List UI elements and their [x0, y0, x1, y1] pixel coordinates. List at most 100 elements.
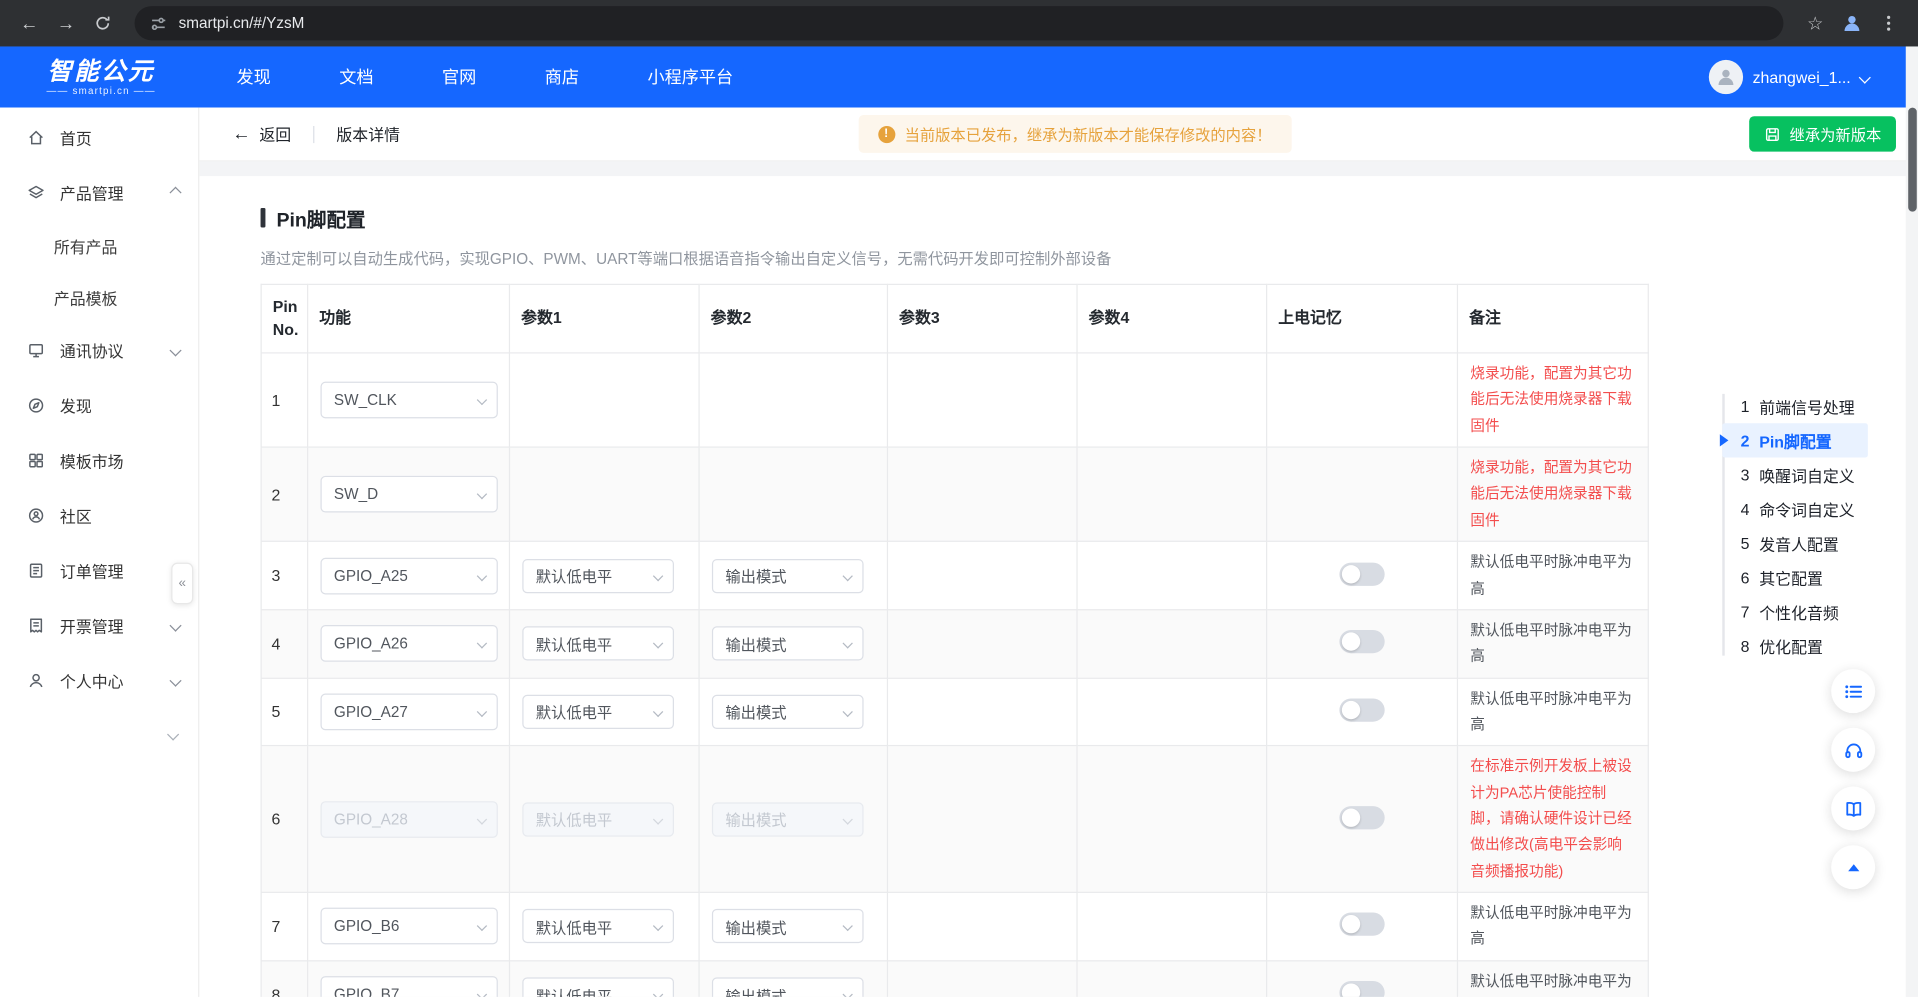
pin-number: 1: [261, 353, 307, 447]
sidebar-item-3[interactable]: 所有产品: [0, 220, 198, 271]
header-nav-item-3[interactable]: 官网: [442, 65, 476, 89]
power-memory-toggle[interactable]: [1339, 913, 1384, 936]
sidebar-item-1[interactable]: 首页: [0, 110, 198, 165]
select-value: 默认低电平: [536, 915, 612, 938]
header-nav: 发现 文档 官网 商店 小程序平台: [237, 65, 734, 89]
remark-cell: 默认低电平时脉冲电平为高: [1457, 541, 1648, 609]
sidebar-item-11[interactable]: 个人中心: [0, 653, 198, 708]
param1-select: 默认低电平: [522, 802, 674, 836]
param2-select[interactable]: 输出模式: [712, 695, 864, 729]
param2-cell: 输出模式: [699, 610, 887, 678]
scrollbar-thumb[interactable]: [1908, 108, 1917, 212]
user-menu[interactable]: zhangwei_1...: [1709, 60, 1870, 94]
param2-select[interactable]: 输出模式: [712, 558, 864, 592]
active-marker-icon: [1720, 434, 1729, 446]
anchor-item-6[interactable]: 6其它配置: [1722, 560, 1868, 594]
chevron-down-icon: [477, 395, 487, 405]
product-icon: [27, 183, 47, 203]
pin-function-select[interactable]: GPIO_A27: [320, 694, 497, 731]
chevron-down-icon: [169, 675, 181, 687]
anchor-item-4[interactable]: 4命令词自定义: [1722, 492, 1868, 526]
power-memory-toggle[interactable]: [1339, 562, 1384, 585]
sidebar-item-7[interactable]: 模板市场: [0, 433, 198, 488]
anchor-label: Pin脚配置: [1759, 429, 1831, 452]
sidebar-more-item[interactable]: [0, 708, 198, 759]
param1-cell: 默认低电平: [509, 541, 699, 609]
version-warning-banner: ! 当前版本已发布，继承为新版本才能保存修改的内容！: [858, 115, 1291, 153]
anchor-item-2[interactable]: 2Pin脚配置: [1722, 423, 1868, 457]
param1-select[interactable]: 默认低电平: [522, 558, 674, 592]
param1-select[interactable]: 默认低电平: [522, 978, 674, 997]
catalog-button[interactable]: [1831, 669, 1875, 713]
browser-back-icon[interactable]: ←: [12, 6, 46, 40]
power-memory-toggle[interactable]: [1339, 806, 1384, 829]
pin-function-select[interactable]: GPIO_A26: [320, 625, 497, 662]
sidebar: 首页产品管理所有产品产品模板通讯协议发现模板市场社区订单管理开票管理个人中心: [0, 108, 199, 997]
back-to-top-button[interactable]: [1831, 845, 1875, 889]
back-button[interactable]: ← 返回: [232, 122, 291, 145]
sidebar-item-label: 产品管理: [60, 181, 158, 204]
remark-text: 默认低电平时脉冲电平为高: [1470, 900, 1635, 952]
remark-text: 在标准示例开发板上被设计为PA芯片使能控制脚，请确认硬件设计已经做出修改(高电平…: [1470, 754, 1635, 885]
anchor-item-5[interactable]: 5发音人配置: [1722, 526, 1868, 560]
pin-function-select[interactable]: GPIO_B7: [320, 976, 497, 997]
power-memory-toggle[interactable]: [1339, 698, 1384, 721]
site-settings-icon[interactable]: [149, 14, 167, 32]
browser-forward-icon[interactable]: →: [49, 6, 83, 40]
sidebar-item-label: 所有产品: [54, 234, 180, 257]
sidebar-item-5[interactable]: 通讯协议: [0, 323, 198, 378]
inherit-new-version-button[interactable]: 继承为新版本: [1749, 116, 1896, 151]
param2-select[interactable]: 输出模式: [712, 978, 864, 997]
param2-cell: 输出模式: [699, 541, 887, 609]
sidebar-item-9[interactable]: 订单管理: [0, 543, 198, 598]
param2-select[interactable]: 输出模式: [712, 909, 864, 943]
chevron-down-icon: [477, 489, 487, 499]
page-scrollbar[interactable]: [1906, 46, 1918, 996]
address-bar[interactable]: smartpi.cn/#/YzsM: [135, 6, 1784, 40]
param2-select[interactable]: 输出模式: [712, 627, 864, 661]
sidebar-item-4[interactable]: 产品模板: [0, 272, 198, 323]
headset-button[interactable]: [1831, 728, 1875, 772]
power-memory-cell: [1267, 610, 1458, 678]
anchor-item-1[interactable]: 1前端信号处理: [1722, 389, 1868, 423]
param1-select[interactable]: 默认低电平: [522, 909, 674, 943]
header-nav-item-5[interactable]: 小程序平台: [648, 65, 734, 89]
anchor-item-3[interactable]: 3唤醒词自定义: [1722, 457, 1868, 491]
sidebar-item-8[interactable]: 社区: [0, 488, 198, 543]
sidebar-item-2[interactable]: 产品管理: [0, 165, 198, 220]
pin-function-select[interactable]: GPIO_A25: [320, 557, 497, 594]
anchor-label: 个性化音频: [1759, 600, 1839, 623]
param2-cell: 输出模式: [699, 892, 887, 960]
param1-select[interactable]: 默认低电平: [522, 627, 674, 661]
user-name: zhangwei_1...: [1753, 68, 1851, 86]
header-nav-item-1[interactable]: 发现: [237, 65, 271, 89]
pin-function-select[interactable]: GPIO_B6: [320, 908, 497, 945]
pin-function-select: GPIO_A28: [320, 801, 497, 838]
header-nav-item-4[interactable]: 商店: [545, 65, 579, 89]
anchor-item-7[interactable]: 7个性化音频: [1722, 594, 1868, 628]
chevron-down-icon: [477, 570, 487, 580]
browser-refresh-icon[interactable]: [86, 6, 120, 40]
chevron-down-icon: [477, 921, 487, 931]
chevron-down-icon: [167, 728, 179, 740]
sidebar-item-6[interactable]: 发现: [0, 378, 198, 433]
sidebar-collapse-button[interactable]: «: [171, 563, 193, 605]
anchor-item-8[interactable]: 8优化配置: [1722, 629, 1868, 663]
header-nav-item-2[interactable]: 文档: [339, 65, 373, 89]
power-memory-toggle[interactable]: [1339, 981, 1384, 997]
logo[interactable]: 智能公元 —— smartpi.cn ——: [46, 58, 155, 96]
power-memory-toggle[interactable]: [1339, 630, 1384, 653]
browser-menu-icon[interactable]: [1872, 6, 1906, 40]
pin-function-select[interactable]: SW_D: [320, 476, 497, 513]
pin-number: 7: [261, 892, 307, 960]
sidebar-item-10[interactable]: 开票管理: [0, 598, 198, 653]
function-cell: GPIO_A28: [308, 746, 510, 893]
book-button[interactable]: [1831, 787, 1875, 831]
param1-select[interactable]: 默认低电平: [522, 695, 674, 729]
browser-profile-icon[interactable]: [1835, 6, 1869, 40]
pin-function-select[interactable]: SW_CLK: [320, 382, 497, 419]
param3-cell: [887, 678, 1077, 746]
select-value: 输出模式: [725, 700, 786, 723]
bookmark-star-icon[interactable]: ☆: [1798, 6, 1832, 40]
select-value: 默认低电平: [536, 700, 612, 723]
